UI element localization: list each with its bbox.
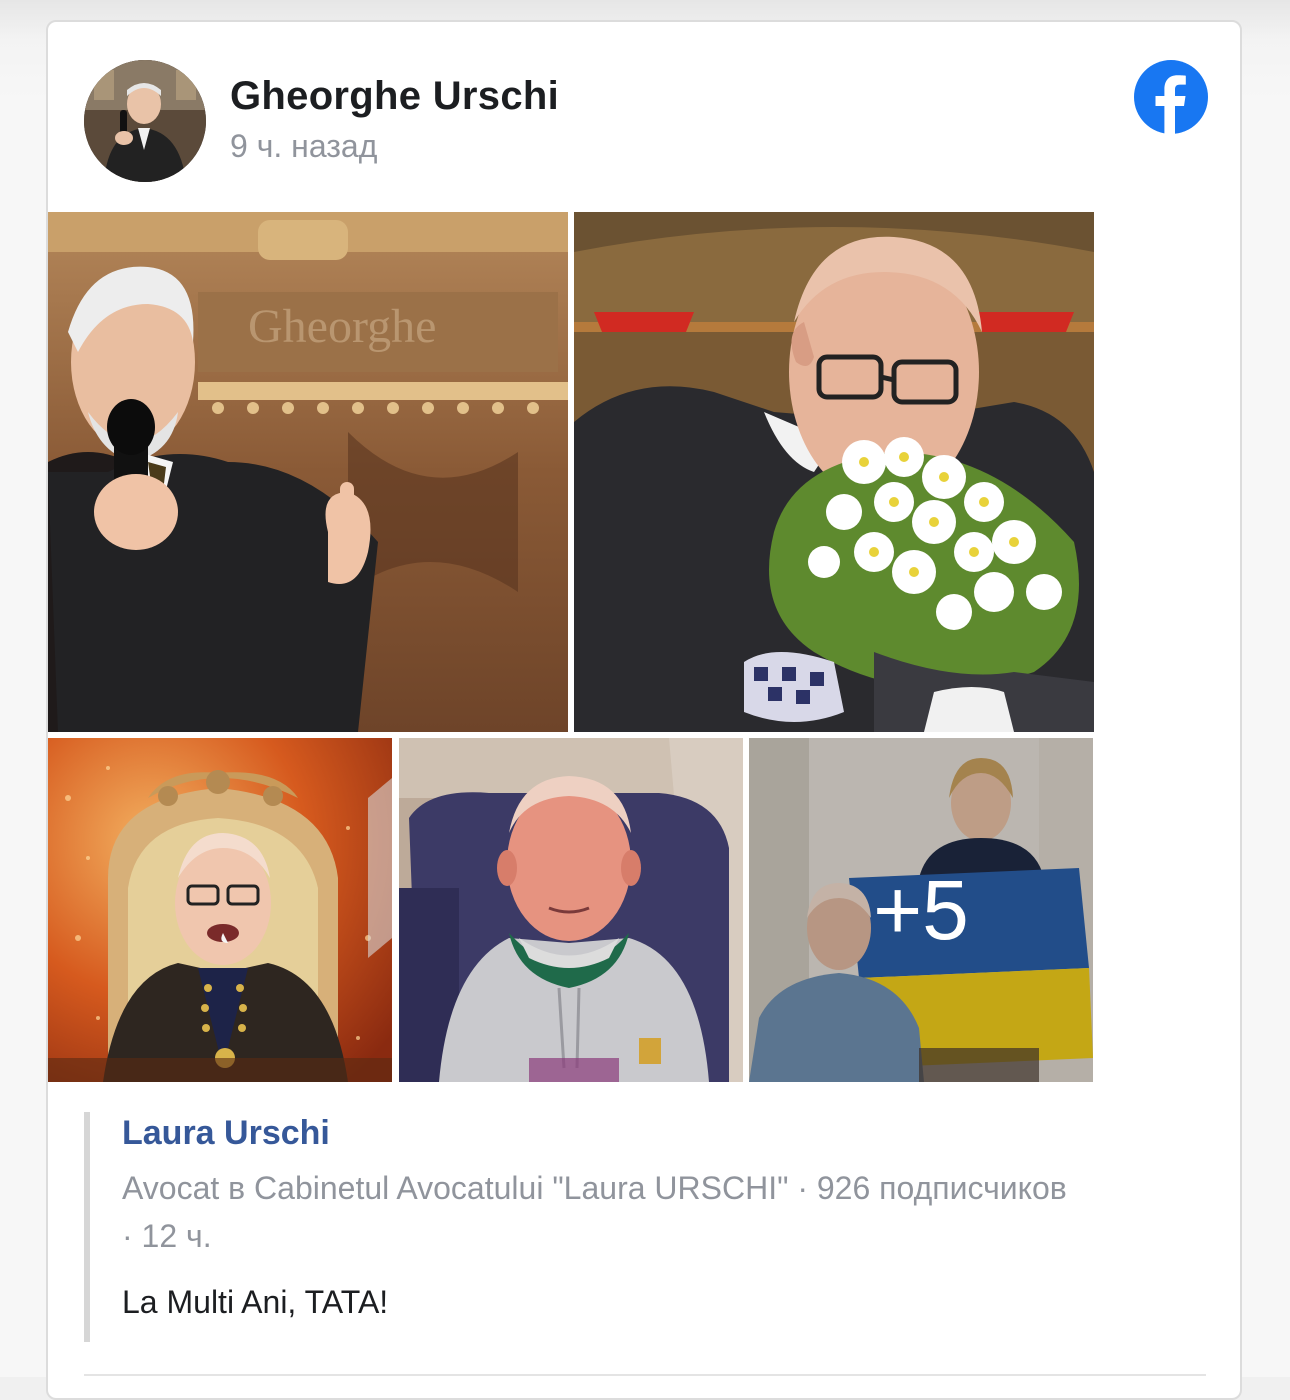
- photo-singer-microphone[interactable]: Gheorghe: [48, 212, 568, 732]
- shared-post-quote: Laura Urschi Avocat в Cabinetul Avocatul…: [84, 1112, 1214, 1342]
- facebook-logo-icon[interactable]: [1134, 60, 1208, 134]
- shared-post-text: La Multi Ani, TATA!: [122, 1284, 389, 1320]
- photo-man-on-throne[interactable]: [48, 738, 392, 1082]
- embedded-post-card: Gheorghe Urschi 9 ч. назад Gheorghe +5 L…: [46, 20, 1242, 1400]
- post-timestamp[interactable]: 9 ч. назад: [230, 128, 377, 165]
- author-avatar[interactable]: [84, 60, 206, 182]
- photo-man-with-flowers[interactable]: [574, 212, 1094, 732]
- divider: [84, 1374, 1206, 1376]
- shared-author-name[interactable]: Laura Urschi: [122, 1114, 330, 1153]
- more-photos-count[interactable]: +5: [749, 738, 1093, 1082]
- svg-text:Gheorghe: Gheorghe: [248, 300, 436, 353]
- author-name[interactable]: Gheorghe Urschi: [230, 74, 559, 119]
- shared-meta-line-2[interactable]: · 12 ч.: [122, 1212, 1202, 1260]
- shared-author-meta: Avocat в Cabinetul Avocatului "Laura URS…: [122, 1164, 1202, 1260]
- photo-man-in-armchair[interactable]: [399, 738, 743, 1082]
- shared-meta-line-1: Avocat в Cabinetul Avocatului "Laura URS…: [122, 1170, 1067, 1206]
- photo-man-with-flag[interactable]: +5: [749, 738, 1093, 1082]
